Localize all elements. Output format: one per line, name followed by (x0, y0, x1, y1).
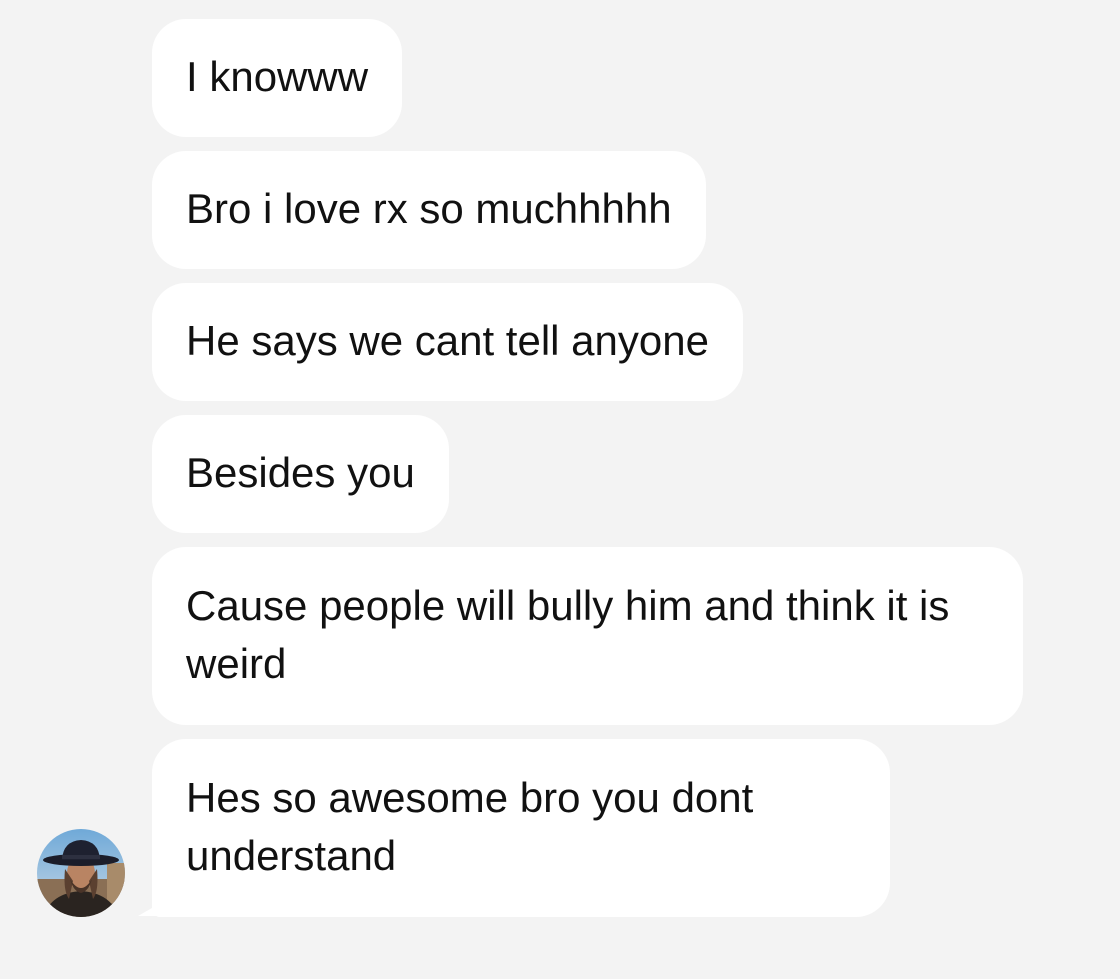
message-text: He says we cant tell anyone (186, 317, 709, 364)
message-text: Besides you (186, 449, 415, 496)
message-text: Cause people will bully him and think it… (186, 582, 950, 687)
profile-photo-cowboy-hat-icon (37, 829, 125, 917)
message-text: Bro i love rx so muchhhhh (186, 185, 672, 232)
sender-avatar[interactable] (37, 829, 125, 917)
message-text: Hes so awesome bro you dont understand (186, 774, 754, 879)
message-bubble[interactable]: Cause people will bully him and think it… (152, 547, 1023, 725)
message-bubble[interactable]: He says we cant tell anyone (152, 283, 743, 401)
message-bubble[interactable]: Bro i love rx so muchhhhh (152, 151, 706, 269)
message-text: I knowww (186, 53, 369, 100)
message-bubble[interactable]: I knowww (152, 19, 403, 137)
message-bubble[interactable]: Hes so awesome bro you dont understand (152, 739, 890, 917)
message-bubble[interactable]: Besides you (152, 415, 449, 533)
